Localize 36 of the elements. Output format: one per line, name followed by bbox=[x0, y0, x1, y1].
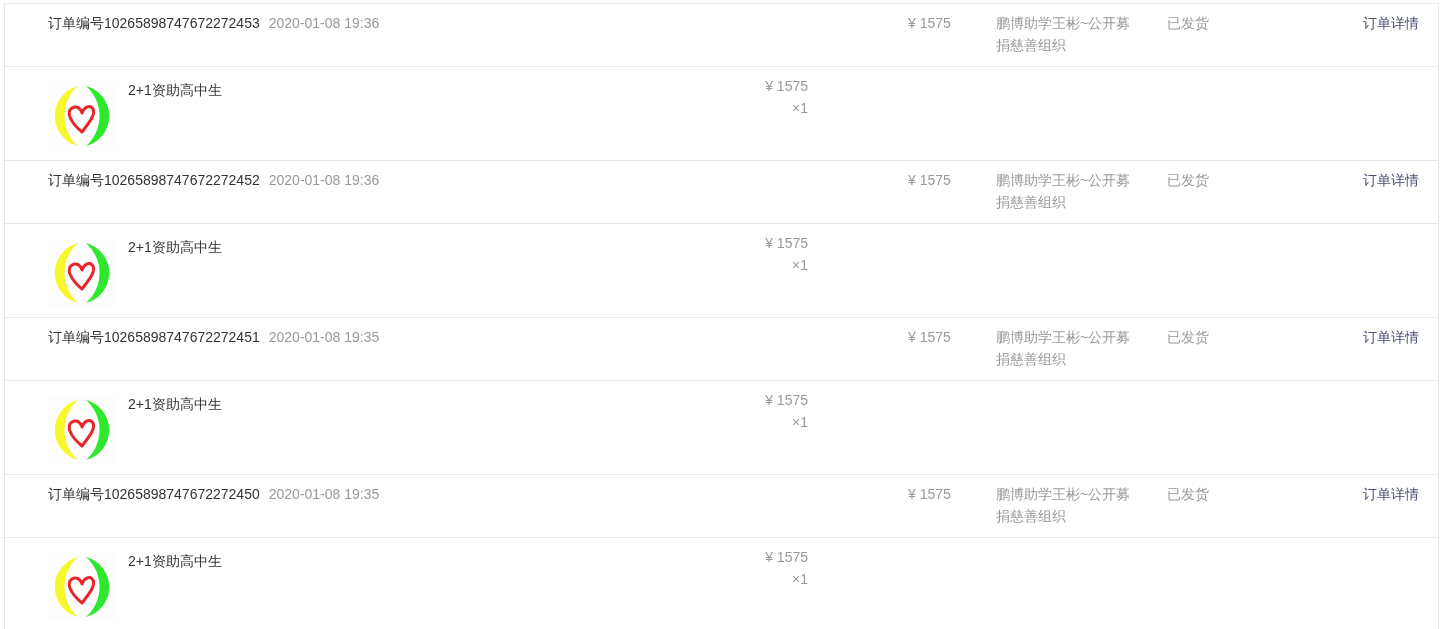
order-total: ¥ 1575 bbox=[908, 172, 951, 188]
order-status: 已发货 bbox=[1167, 15, 1209, 31]
order-status: 已发货 bbox=[1167, 172, 1209, 188]
item-quantity: ×1 bbox=[792, 99, 808, 118]
order-status: 已发货 bbox=[1167, 329, 1209, 345]
item-quantity: ×1 bbox=[792, 413, 808, 432]
order-total: ¥ 1575 bbox=[908, 15, 951, 31]
product-name: 2+1资助高中生 bbox=[128, 552, 222, 571]
order-detail-link[interactable]: 订单详情 bbox=[1363, 15, 1419, 31]
order-detail-link[interactable]: 订单详情 bbox=[1363, 486, 1419, 502]
organization-name: 鹏博助学王彬~公开募捐慈善组织 bbox=[996, 485, 1132, 526]
item-price: ¥ 1575 bbox=[765, 548, 808, 567]
order-time: 2020-01-08 19:35 bbox=[268, 485, 380, 504]
order-number: 订单编号10265898747672272451 bbox=[48, 328, 260, 347]
item-quantity: ×1 bbox=[792, 256, 808, 275]
product-name: 2+1资助高中生 bbox=[128, 238, 222, 257]
item-quantity: ×1 bbox=[792, 570, 808, 589]
order-total: ¥ 1575 bbox=[908, 486, 951, 502]
organization-name: 鹏博助学王彬~公开募捐慈善组织 bbox=[996, 328, 1132, 369]
organization-name: 鹏博助学王彬~公开募捐慈善组织 bbox=[996, 171, 1132, 212]
product-name: 2+1资助高中生 bbox=[128, 81, 222, 100]
order-total: ¥ 1575 bbox=[908, 329, 951, 345]
order-number: 订单编号10265898747672272453 bbox=[48, 14, 260, 33]
organization-name: 鹏博助学王彬~公开募捐慈善组织 bbox=[996, 14, 1132, 55]
item-price: ¥ 1575 bbox=[765, 77, 808, 96]
order-time: 2020-01-08 19:36 bbox=[268, 171, 380, 190]
product-name: 2+1资助高中生 bbox=[128, 395, 222, 414]
order-number: 订单编号10265898747672272450 bbox=[48, 485, 260, 504]
order-status: 已发货 bbox=[1167, 486, 1209, 502]
order-detail-link[interactable]: 订单详情 bbox=[1363, 172, 1419, 188]
order-detail-link[interactable]: 订单详情 bbox=[1363, 329, 1419, 345]
item-price: ¥ 1575 bbox=[765, 391, 808, 410]
order-number: 订单编号10265898747672272452 bbox=[48, 171, 260, 190]
order-time: 2020-01-08 19:36 bbox=[268, 14, 380, 33]
item-price: ¥ 1575 bbox=[765, 234, 808, 253]
order-time: 2020-01-08 19:35 bbox=[268, 328, 380, 347]
